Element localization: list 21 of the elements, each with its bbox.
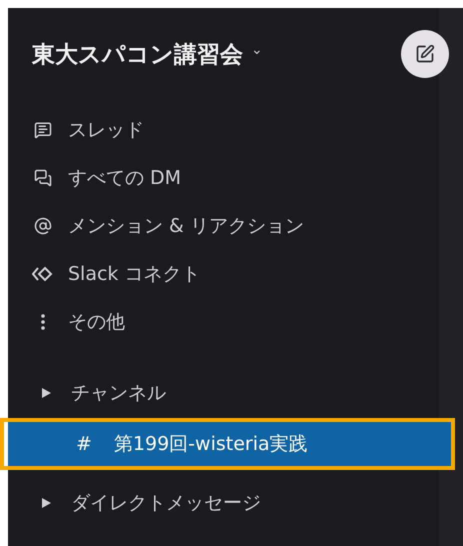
compose-icon bbox=[415, 44, 435, 64]
disclosure-triangle-icon bbox=[42, 388, 51, 398]
messages-icon bbox=[34, 169, 52, 187]
channel-prefix: # bbox=[76, 433, 92, 455]
sidebar-item[interactable]: その他 bbox=[8, 298, 428, 346]
connect-icon bbox=[32, 266, 54, 282]
channel-item[interactable]: # 第199回-wisteria実践 bbox=[8, 422, 451, 466]
channel-name: 第199回-wisteria実践 bbox=[114, 432, 308, 457]
compose-button[interactable] bbox=[401, 30, 449, 78]
section-header[interactable]: チャンネル bbox=[8, 368, 428, 418]
sidebar-item[interactable]: スレッド bbox=[8, 106, 428, 154]
sidebar-item[interactable]: Slack コネクト bbox=[8, 250, 428, 298]
mention-icon bbox=[34, 217, 52, 235]
sidebar-item[interactable]: すべての DM bbox=[8, 154, 428, 202]
disclosure-triangle-icon bbox=[42, 498, 51, 508]
section-header[interactable]: ダイレクトメッセージ bbox=[8, 478, 428, 528]
workspace-menu[interactable]: 東大スパコン講習会 ⌄ bbox=[32, 38, 263, 70]
more-icon bbox=[41, 314, 45, 330]
caret-icon: ⌄ bbox=[251, 42, 263, 58]
thread-icon bbox=[34, 121, 52, 139]
sidebar-item[interactable]: メンション & リアクション bbox=[8, 202, 428, 250]
